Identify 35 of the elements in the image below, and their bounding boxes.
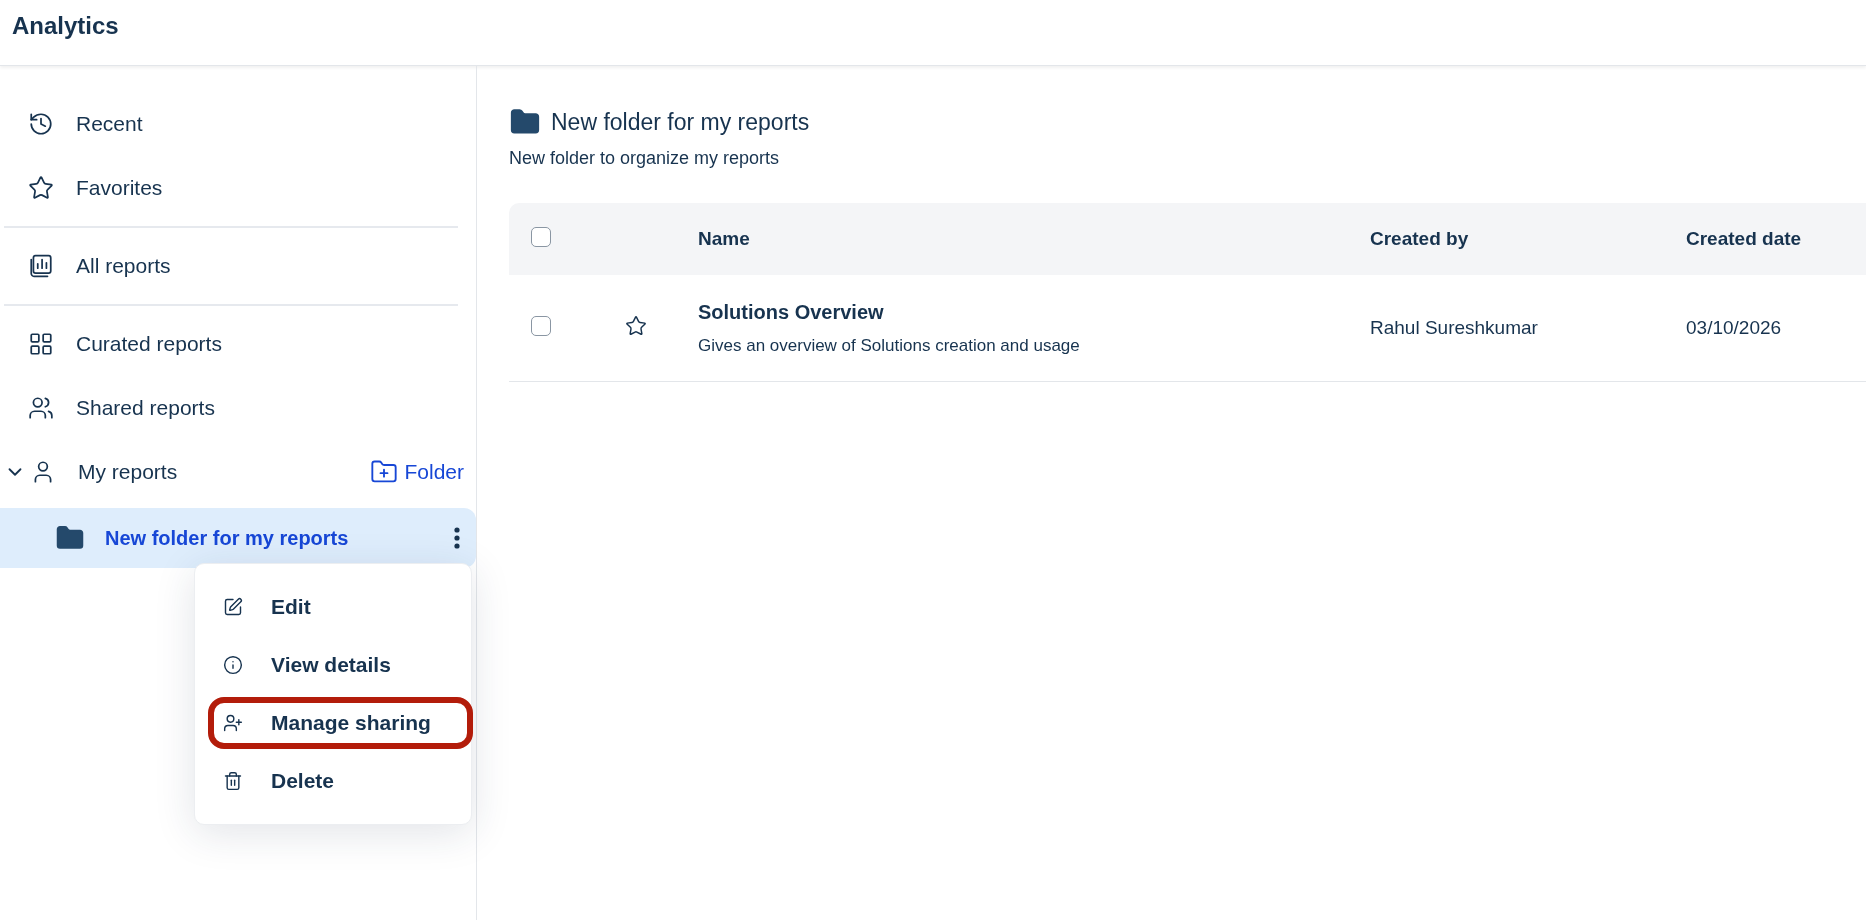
menu-item[interactable]: Delete	[195, 752, 471, 810]
folder-description: New folder to organize my reports	[509, 148, 781, 169]
column-header[interactable]: Name	[698, 228, 1370, 250]
sidebar-item[interactable]: Shared reports	[0, 376, 476, 440]
report-chart-icon	[28, 253, 54, 279]
history-icon	[28, 111, 54, 137]
grid-icon	[28, 331, 54, 357]
table-cell-text: 03/10/2026	[1686, 317, 1783, 339]
sidebar-item[interactable]: Favorites	[0, 156, 476, 220]
sidebar-item[interactable]: Curated reports	[0, 312, 476, 376]
sidebar-item[interactable]: Recent	[0, 92, 476, 156]
menu-item[interactable]: View details	[195, 636, 471, 694]
info-icon	[223, 655, 243, 675]
menu-item[interactable]: Manage sharing	[195, 694, 471, 752]
add-person-icon	[223, 713, 243, 733]
new-folder-button[interactable]: Folder	[370, 458, 464, 486]
folder-title: New folder for my reports	[551, 108, 810, 136]
app-title: Analytics	[12, 12, 119, 40]
edit-icon	[223, 597, 243, 617]
checkbox[interactable]	[531, 227, 551, 247]
menu-item[interactable]: Edit	[195, 578, 471, 636]
more-button[interactable]	[452, 525, 462, 551]
sidebar-item[interactable]: My reports Folder	[0, 440, 476, 504]
star-icon	[28, 175, 54, 201]
report-description: Gives an overview of Solutions creation and usage	[698, 335, 1081, 356]
report-name[interactable]: Solutions Overview	[698, 300, 1370, 324]
table-row[interactable]: Solutions Overview Gives an overview of Solutions creation and usage Rahul Sureshkumar 03/10/2026	[509, 275, 1866, 382]
more-icon	[454, 527, 460, 549]
table-cell-text: Rahul Sureshkumar	[1370, 317, 1539, 339]
column-header[interactable]: Created date	[1686, 228, 1866, 250]
sidebar-item[interactable]: All reports	[0, 234, 476, 298]
trash-icon	[223, 771, 243, 791]
people-icon	[28, 395, 54, 421]
column-header[interactable]: Created by	[1370, 228, 1686, 250]
checkbox[interactable]	[531, 316, 551, 336]
